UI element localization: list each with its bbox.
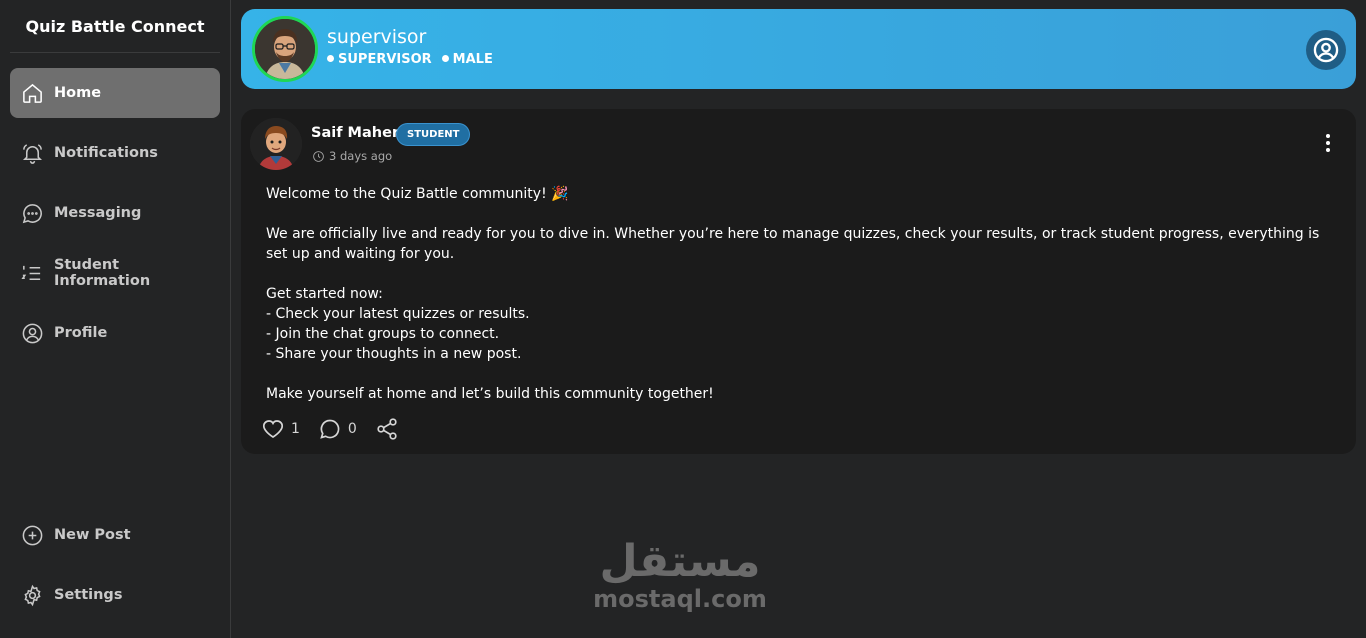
sidebar-item-label: Messaging	[54, 205, 142, 221]
clock-icon	[312, 150, 325, 163]
app-title: Quiz Battle Connect	[10, 0, 220, 53]
sidebar-item-label: Home	[54, 85, 102, 101]
sidebar: Quiz Battle Connect Home Notifications M…	[0, 0, 231, 638]
comment-icon	[318, 417, 342, 441]
watermark-latin: mostaql.com	[593, 585, 767, 613]
plus-circle-icon	[20, 523, 44, 547]
watermark-arabic: مستقل	[599, 536, 761, 587]
bell-icon	[20, 141, 44, 165]
sidebar-item-label: New Post	[54, 527, 131, 543]
sidebar-item-new-post[interactable]: New Post	[10, 510, 220, 560]
post-time-text: 3 days ago	[329, 149, 393, 163]
sidebar-item-home[interactable]: Home	[10, 68, 220, 118]
avatar[interactable]	[252, 16, 318, 82]
heart-icon	[261, 417, 285, 441]
post-line: Welcome to the Quiz Battle community! 🎉	[266, 186, 569, 202]
avatar[interactable]	[250, 118, 302, 170]
user-circle-icon	[1312, 36, 1340, 64]
sidebar-bottom-nav: New Post Settings	[10, 510, 220, 630]
sidebar-item-notifications[interactable]: Notifications	[10, 128, 220, 178]
post-author[interactable]: Saif Maher	[311, 125, 399, 141]
post-menu-button[interactable]	[1324, 134, 1332, 154]
post-card: Saif Maher STUDENT 3 days ago Welcome to…	[241, 109, 1356, 454]
sidebar-item-label: Notifications	[54, 145, 158, 161]
post-line: Make yourself at home and let’s build th…	[266, 386, 714, 402]
share-button[interactable]	[375, 417, 399, 441]
post-time: 3 days ago	[312, 149, 392, 163]
sidebar-item-label: Profile	[54, 325, 108, 341]
post-actions: 1 0	[261, 417, 399, 441]
like-count: 1	[291, 421, 300, 437]
more-vertical-icon	[1326, 134, 1330, 138]
user-circle-icon	[20, 321, 44, 345]
sidebar-item-messaging[interactable]: Messaging	[10, 188, 220, 238]
sidebar-item-settings[interactable]: Settings	[10, 570, 220, 620]
sidebar-item-label: Student Information	[53, 257, 151, 289]
post-line: We are officially live and ready for you…	[266, 226, 1320, 262]
post-body: Welcome to the Quiz Battle community! 🎉 …	[266, 184, 1336, 404]
chat-icon	[20, 201, 44, 225]
comment-button[interactable]: 0	[318, 417, 357, 441]
sidebar-nav: Home Notifications Messaging Student Inf…	[10, 68, 220, 368]
home-icon	[20, 81, 44, 105]
post-line: Get started now:	[266, 286, 383, 302]
sidebar-item-label: Settings	[54, 587, 123, 603]
user-tags: SUPERVISOR MALE	[327, 52, 493, 67]
role-badge: STUDENT	[396, 123, 471, 146]
profile-banner: supervisor SUPERVISOR MALE	[241, 9, 1356, 89]
gender-tag: MALE	[442, 52, 493, 67]
sidebar-item-profile[interactable]: Profile	[10, 308, 220, 358]
user-name: supervisor	[327, 26, 427, 48]
profile-button[interactable]	[1306, 30, 1346, 70]
share-icon	[375, 417, 399, 441]
post-line: - Share your thoughts in a new post.	[266, 346, 522, 362]
role-tag: SUPERVISOR	[327, 52, 432, 67]
comment-count: 0	[347, 421, 357, 437]
gear-icon	[20, 583, 44, 607]
like-button[interactable]: 1	[261, 417, 300, 441]
sidebar-item-student-information[interactable]: Student Information	[10, 248, 220, 298]
post-line: - Check your latest quizzes or results.	[266, 306, 530, 322]
list-ordered-icon	[20, 261, 44, 285]
post-line: - Join the chat groups to connect.	[266, 326, 500, 342]
watermark: مستقل mostaql.com	[580, 540, 780, 614]
